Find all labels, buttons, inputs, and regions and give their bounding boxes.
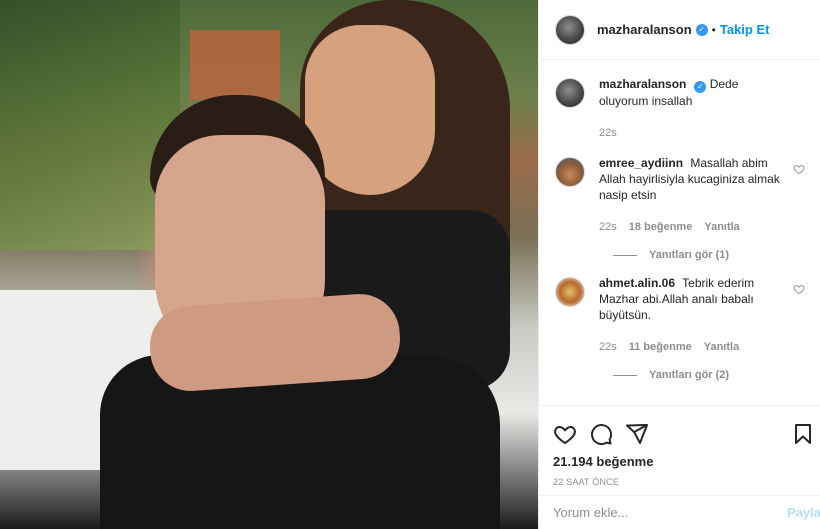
view-replies-button[interactable]: Yanıtları gör (2) [613,369,805,381]
comment-likes[interactable]: 11 beğenme [629,339,692,355]
view-replies-label: Yanıtları gör (2) [649,369,730,381]
bookmark-icon[interactable] [791,422,815,446]
avatar[interactable] [555,14,585,45]
follow-button[interactable]: Takip Et [720,22,770,37]
post-photo[interactable] [0,0,538,529]
heart-icon[interactable] [793,283,805,295]
avatar[interactable] [555,157,585,187]
list-item: emree_aydiinn Masallah abim Allah hayirl… [555,155,805,235]
comment-icon[interactable] [589,422,613,446]
comment-username[interactable]: emree_aydiinn [599,156,683,170]
post-button[interactable]: Payla [787,505,820,520]
heart-icon[interactable] [793,163,805,175]
likes-count[interactable]: 21.194 beğenme [553,454,805,469]
add-comment-bar: Payla [539,495,820,529]
view-replies-label: Yanıtları gör (1) [649,249,730,261]
verified-badge-icon: ✓ [695,23,708,36]
comment-time[interactable]: 22s [599,339,617,355]
avatar[interactable] [555,277,585,307]
view-replies-button[interactable]: Yanıtları gör (1) [613,249,805,261]
post-timestamp[interactable]: 22 SAAT ÖNCE [553,477,805,487]
list-item: ahmet.alin.06 Tebrik ederim Mazhar abi.A… [555,275,805,355]
background-trees [0,0,180,250]
post-actions: 21.194 beğenme 22 SAAT ÖNCE [539,405,820,487]
comment-username[interactable]: ahmet.alin.06 [599,276,675,290]
verified-badge-icon: ✓ [694,81,707,93]
comment-time[interactable]: 22s [599,219,617,235]
comment-likes[interactable]: 18 beğenme [629,219,693,235]
comments-list[interactable]: mazharalanson ✓ Dede oluyorum insallah 22… [539,60,820,405]
woman-arm [147,291,403,394]
background-building [190,30,280,100]
caption: mazharalanson ✓ Dede oluyorum insallah 22… [555,76,805,141]
header-username[interactable]: mazharalanson [597,22,692,37]
avatar[interactable] [555,78,585,108]
heart-icon[interactable] [553,422,577,446]
share-icon[interactable] [625,422,649,446]
replies-line [613,374,637,376]
replies-line [613,254,637,256]
caption-time[interactable]: 22s [599,125,617,141]
reply-button[interactable]: Yanıtla [704,339,739,355]
separator-dot: • [711,22,716,37]
caption-username[interactable]: mazharalanson [599,77,686,91]
post-header: mazharalanson ✓ • Takip Et [539,0,820,60]
comment-input[interactable] [553,505,788,520]
post-sidebar: mazharalanson ✓ • Takip Et mazharalanson… [538,0,820,529]
reply-button[interactable]: Yanıtla [704,219,739,235]
